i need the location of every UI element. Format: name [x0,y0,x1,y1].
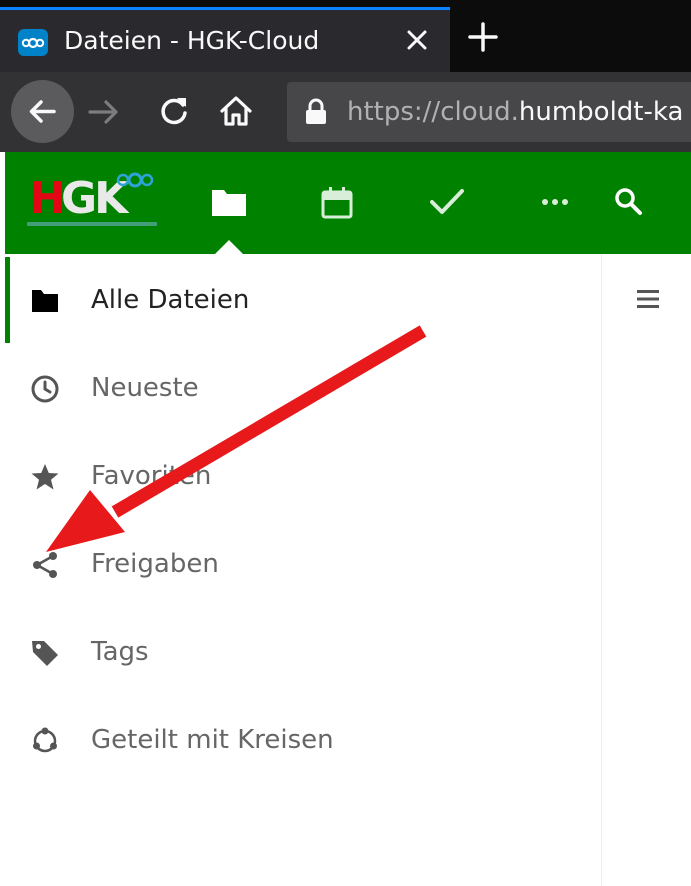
tasks-app-button[interactable] [429,186,465,222]
circles-icon [33,727,57,753]
arrow-left-icon [29,100,56,123]
url-text: https://cloud.humboldt-ka [347,95,683,129]
app-content [603,254,691,886]
more-icon [542,199,568,205]
active-app-indicator [215,240,243,254]
folder-icon [212,190,246,216]
calendar-app-button[interactable] [320,186,354,224]
search-button[interactable] [613,186,645,222]
clock-icon [31,375,59,403]
new-tab-button[interactable] [460,14,506,60]
browser-navigation-bar: https://cloud.humboldt-ka [0,72,691,152]
more-apps-button[interactable] [539,186,571,222]
sidebar-item-label: Neueste [91,373,199,403]
sidebar-item-tags[interactable]: Tags [5,609,602,695]
logo-letter-h: H [29,173,66,224]
address-bar[interactable]: https://cloud.humboldt-ka [287,82,691,142]
logo-subtitle-strip [27,222,157,226]
sidebar-item-recent[interactable]: Neueste [5,345,602,431]
share-icon [33,552,57,578]
reload-button[interactable] [155,92,193,134]
sidebar-item-label: Tags [91,637,149,667]
sidebar-item-all-files[interactable]: Alle Dateien [5,257,602,343]
search-icon [615,188,642,215]
browser-tab-strip: Dateien - HGK-Cloud [0,0,691,72]
app-navigation-sidebar: Alle Dateien Neueste Favoriten Freigaben… [5,254,602,886]
files-app-button[interactable] [211,186,247,222]
url-domain: humboldt-ka [518,97,684,127]
lock-icon [306,98,326,124]
close-tab-icon[interactable] [400,22,434,58]
hgk-logo[interactable]: H GK [25,170,157,230]
reload-icon [161,98,187,125]
sidebar-item-label: Alle Dateien [91,285,250,315]
app-header: H GK [5,152,691,254]
home-icon [220,96,252,126]
sidebar-item-label: Geteilt mit Kreisen [91,725,334,755]
star-icon [31,464,59,490]
tag-icon [32,641,58,666]
checkmark-icon [430,189,464,214]
sidebar-item-label: Freigaben [91,549,219,579]
sidebar-item-circles[interactable]: Geteilt mit Kreisen [5,697,602,783]
sidebar-item-label: Favoriten [91,461,212,491]
browser-tab-title: Dateien - HGK-Cloud [64,26,320,55]
home-button[interactable] [217,92,255,134]
browser-tab[interactable]: Dateien - HGK-Cloud [0,7,450,72]
hamburger-menu-icon[interactable] [635,287,661,311]
arrow-right-icon [88,100,118,124]
back-button[interactable] [11,80,74,143]
url-prefix: https://cloud. [347,97,519,127]
sidebar-item-favorites[interactable]: Favoriten [5,433,602,519]
calendar-icon [321,187,353,219]
folder-icon [32,290,58,312]
nextcloud-favicon-icon [18,29,48,56]
logo-rings-icon [116,172,154,188]
forward-button[interactable] [86,94,122,134]
sidebar-item-shares[interactable]: Freigaben [5,521,602,607]
